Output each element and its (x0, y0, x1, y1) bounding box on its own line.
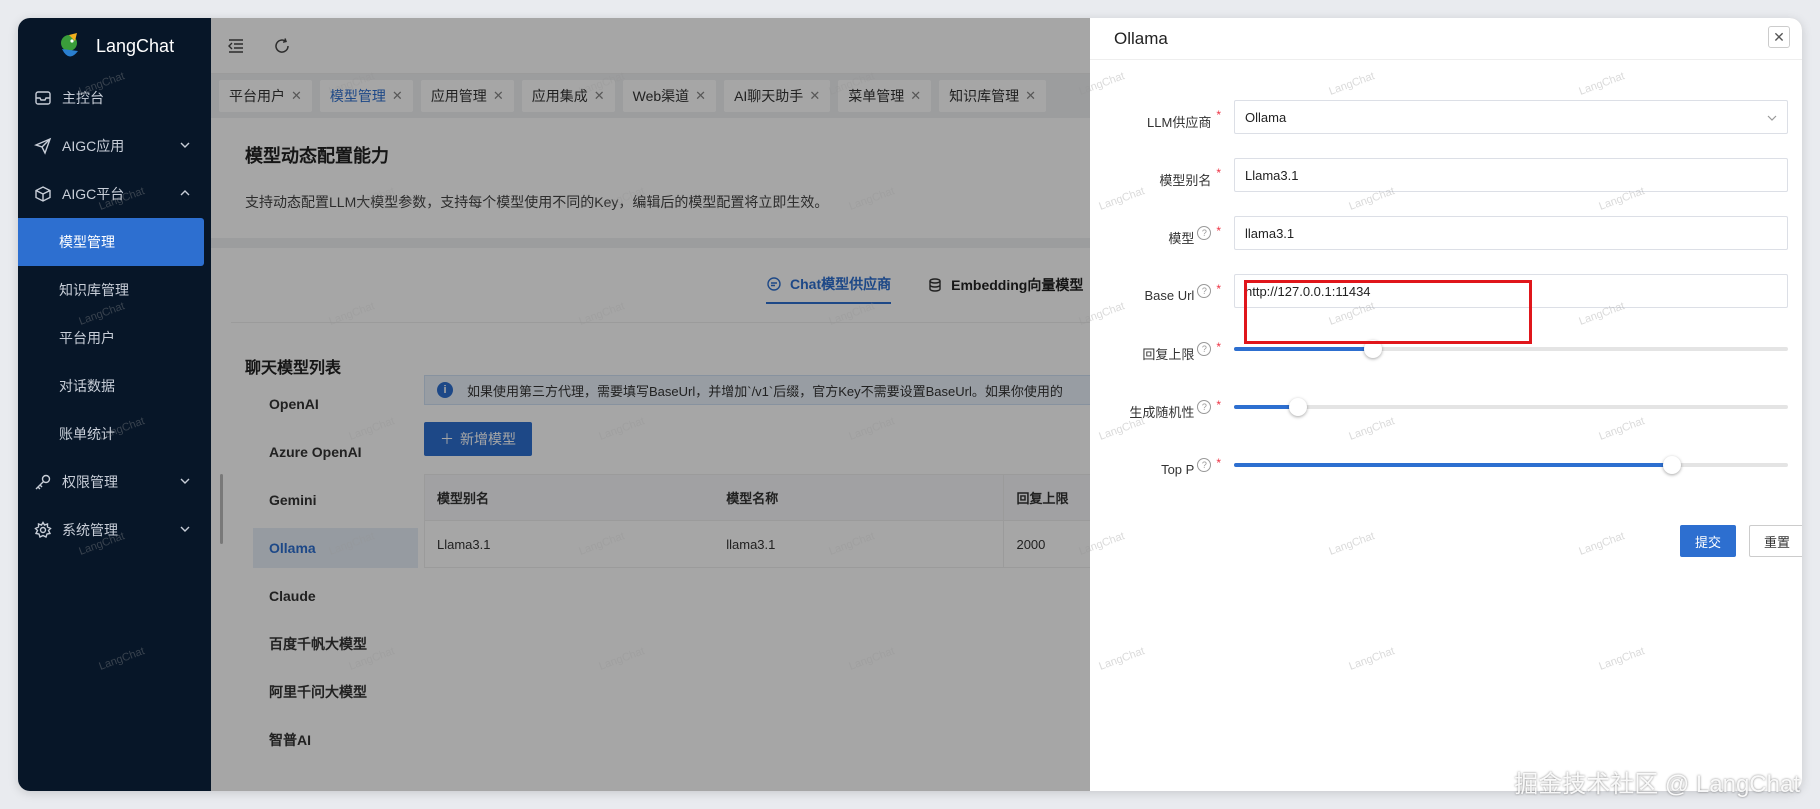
sidebar-subitem-label: 模型管理 (59, 234, 115, 250)
form-row-top-p: Top P? * (1090, 448, 1802, 482)
label-text: 模型别名 (1159, 172, 1212, 188)
sidebar-subitem-label: 账单统计 (59, 426, 115, 442)
edit-model-drawer: Ollama ✕ LLM供应商 * Ollama 模型别名 * Llama3.1 模… (1090, 18, 1802, 791)
slider-fill (1234, 347, 1373, 351)
chevron-down-icon (180, 478, 190, 484)
key-icon (34, 473, 52, 491)
slider-handle[interactable] (1662, 456, 1681, 474)
label-text: Base Url (1144, 287, 1195, 303)
field-label: Top P? * (1090, 456, 1225, 477)
submit-button[interactable]: 提交 (1680, 525, 1736, 557)
model-name-input[interactable]: llama3.1 (1234, 216, 1788, 250)
input-value: Llama3.1 (1245, 167, 1299, 183)
gear-icon (34, 521, 52, 539)
sidebar-subitem-billing-stats[interactable]: 账单统计 (18, 410, 211, 458)
sidebar-item-label: 系统管理 (62, 522, 118, 538)
field-label: LLM供应商 * (1090, 108, 1225, 131)
required-mark: * (1216, 224, 1221, 238)
app-logo[interactable]: LangChat (18, 18, 211, 74)
sidebar-item-label: AIGC应用 (62, 138, 125, 154)
sidebar-item-system[interactable]: 系统管理 (18, 506, 211, 554)
drawer-title: Ollama (1114, 28, 1168, 48)
sidebar-subitem-platform-users[interactable]: 平台用户 (18, 314, 211, 362)
help-icon[interactable]: ? (1197, 226, 1212, 240)
required-mark: * (1216, 398, 1221, 412)
top-p-slider[interactable] (1234, 456, 1788, 474)
close-icon: ✕ (1773, 28, 1785, 45)
temperature-slider[interactable] (1234, 398, 1788, 416)
sidebar-subitem-knowledge-base[interactable]: 知识库管理 (18, 266, 211, 314)
annotation-highlight-box (1244, 280, 1532, 344)
drawer-header: Ollama ✕ (1090, 18, 1802, 60)
chevron-up-icon (180, 190, 190, 196)
help-icon[interactable]: ? (1197, 400, 1212, 414)
help-icon[interactable]: ? (1197, 284, 1212, 298)
required-mark: * (1216, 108, 1221, 122)
form-row-provider: LLM供应商 * Ollama (1090, 100, 1802, 134)
slider-fill (1234, 463, 1672, 467)
sidebar-subitem-label: 对话数据 (59, 378, 115, 394)
input-value: llama3.1 (1245, 225, 1295, 241)
label-text: 回复上限 (1142, 346, 1195, 362)
sidebar-item-label: 权限管理 (62, 474, 118, 490)
slider-handle[interactable] (1288, 398, 1307, 416)
required-mark: * (1216, 456, 1221, 470)
sidebar-item-dashboard[interactable]: 主控台 (18, 74, 211, 122)
form-row-alias: 模型别名 * Llama3.1 (1090, 158, 1802, 192)
select-value: Ollama (1245, 109, 1287, 125)
sidebar: LangChat 主控台 AIGC应用 AIGC平台 模型管理 知识库管理 平台… (18, 18, 211, 791)
required-mark: * (1216, 166, 1221, 180)
required-mark: * (1216, 340, 1221, 354)
sidebar-subitem-label: 平台用户 (59, 330, 115, 346)
required-mark: * (1216, 282, 1221, 296)
cube-icon (34, 185, 52, 203)
reset-button[interactable]: 重置 (1749, 525, 1802, 557)
max-tokens-slider[interactable] (1234, 340, 1788, 358)
label-text: Top P (1161, 461, 1195, 477)
sidebar-item-label: AIGC平台 (62, 186, 125, 202)
field-label: 回复上限? * (1090, 340, 1225, 363)
help-icon[interactable]: ? (1197, 458, 1212, 472)
sidebar-item-aigc-app[interactable]: AIGC应用 (18, 122, 211, 170)
label-text: 模型 (1168, 230, 1195, 246)
send-icon (34, 137, 52, 155)
field-label: Base Url? * (1090, 282, 1225, 303)
sidebar-subitem-conversation-data[interactable]: 对话数据 (18, 362, 211, 410)
sidebar-item-permissions[interactable]: 权限管理 (18, 458, 211, 506)
chevron-down-icon (180, 142, 190, 148)
provider-select[interactable]: Ollama (1234, 100, 1788, 134)
model-alias-input[interactable]: Llama3.1 (1234, 158, 1788, 192)
footer-watermark: 掘金技术社区 @ LangChat (1514, 771, 1800, 798)
field-label: 生成随机性? * (1090, 398, 1225, 421)
help-icon[interactable]: ? (1197, 342, 1212, 356)
field-label: 模型别名 * (1090, 166, 1225, 189)
sidebar-item-aigc-platform[interactable]: AIGC平台 (18, 170, 211, 218)
field-label: 模型? * (1090, 224, 1225, 247)
sidebar-item-label: 主控台 (62, 90, 104, 106)
parrot-logo-icon (52, 29, 86, 63)
chevron-down-icon (1767, 115, 1777, 121)
label-text: LLM供应商 (1147, 114, 1212, 130)
dashboard-icon (34, 89, 52, 107)
sidebar-subitem-model-management[interactable]: 模型管理 (18, 218, 204, 266)
chevron-down-icon (180, 526, 190, 532)
close-button[interactable]: ✕ (1768, 26, 1790, 48)
label-text: 生成随机性 (1129, 404, 1195, 420)
form-row-temperature: 生成随机性? * (1090, 390, 1802, 424)
form-row-model: 模型? * llama3.1 (1090, 216, 1802, 250)
app-window: LangChat 主控台 AIGC应用 AIGC平台 模型管理 知识库管理 平台… (18, 18, 1802, 791)
sidebar-subitem-label: 知识库管理 (59, 282, 129, 298)
app-name: LangChat (96, 35, 175, 56)
